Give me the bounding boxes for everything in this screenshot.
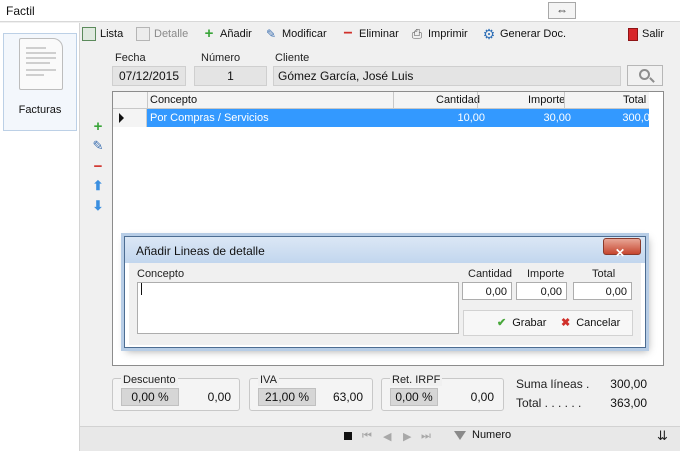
dialog-importe-input[interactable]: 0,00 bbox=[516, 282, 567, 300]
fecha-label: Fecha bbox=[115, 52, 146, 64]
suma-lineas-value: 300,00 bbox=[610, 377, 647, 391]
salir-button[interactable]: Salir bbox=[628, 26, 664, 42]
add-line-icon[interactable]: + bbox=[90, 118, 106, 138]
iva-label: IVA bbox=[258, 374, 279, 386]
module-label: Facturas bbox=[18, 104, 62, 116]
last-record-icon[interactable]: ⏭ bbox=[421, 430, 431, 443]
move-down-icon[interactable]: ⬇ bbox=[90, 198, 106, 218]
filter-button[interactable]: Numero bbox=[454, 429, 511, 441]
stop-icon[interactable] bbox=[344, 432, 352, 440]
dialog-title-bar: Añadir Lineas de detalle ✕ bbox=[125, 237, 645, 263]
table-row[interactable]: Por Compras / Servicios 10,00 30,00 300,… bbox=[113, 109, 656, 127]
eliminar-button[interactable]: − Eliminar bbox=[341, 25, 398, 42]
numero-label: Número bbox=[201, 52, 241, 64]
column-header-total: Total bbox=[623, 94, 647, 106]
title-bar: Factil ⇔ bbox=[0, 0, 680, 22]
grid-header: Concepto Cantidad Importe Total bbox=[113, 92, 649, 109]
dialog-cantidad-input[interactable]: 0,00 bbox=[462, 282, 512, 300]
descuento-label: Descuento bbox=[121, 374, 178, 386]
total-label: Total . . . . . . bbox=[516, 396, 582, 410]
dialog-concepto-label: Concepto bbox=[137, 268, 185, 280]
irpf-pct-field[interactable]: 0,00 % bbox=[390, 388, 438, 406]
exit-door-icon bbox=[628, 27, 638, 41]
cliente-search-button[interactable] bbox=[627, 65, 663, 86]
dialog-total-label: Total bbox=[592, 268, 616, 280]
column-header-concepto: Concepto bbox=[150, 94, 198, 106]
imprimir-button[interactable]: ⎙ Imprimir bbox=[410, 26, 468, 42]
irpf-label: Ret. IRPF bbox=[390, 374, 443, 386]
toolbar: Lista Detalle + Añadir ✎ Modificar − Eli… bbox=[80, 23, 680, 45]
gear-icon: ⚙ bbox=[482, 26, 496, 42]
edit-line-icon[interactable]: ✎ bbox=[90, 138, 106, 158]
pencil-icon: ✎ bbox=[265, 27, 277, 41]
descuento-pct-field[interactable]: 0,00 % bbox=[121, 388, 179, 406]
modificar-button[interactable]: ✎ Modificar bbox=[264, 26, 327, 42]
magnifier-handle-icon bbox=[649, 77, 655, 83]
dialog-title: Añadir Lineas de detalle bbox=[136, 244, 265, 258]
cell-cantidad: 10,00 bbox=[457, 112, 485, 124]
cliente-label: Cliente bbox=[275, 52, 310, 64]
plus-icon: + bbox=[204, 25, 214, 42]
first-record-icon[interactable]: ⏮ bbox=[362, 430, 372, 443]
minus-icon: − bbox=[343, 25, 353, 42]
cell-total: 300,00 bbox=[622, 112, 656, 124]
dialog-close-button[interactable]: ✕ bbox=[603, 238, 641, 260]
detalle-button[interactable]: Detalle bbox=[136, 26, 188, 42]
cancelar-button[interactable]: ✖ Cancelar bbox=[561, 311, 620, 334]
dialog-total-input[interactable]: 0,00 bbox=[573, 282, 632, 300]
text-caret bbox=[141, 283, 142, 296]
close-icon: ✕ bbox=[615, 246, 626, 260]
invoice-document-icon bbox=[19, 38, 63, 90]
dialog-importe-label: Importe bbox=[527, 268, 565, 280]
cross-icon: ✖ bbox=[561, 317, 571, 329]
module-facturas[interactable]: Facturas bbox=[3, 33, 77, 131]
descuento-amount: 0,00 bbox=[207, 390, 231, 404]
numero-field[interactable]: 1 bbox=[194, 66, 267, 86]
line-actions: + ✎ − ⬆ ⬇ bbox=[90, 118, 106, 218]
delete-line-icon[interactable]: − bbox=[90, 158, 106, 178]
anadir-button[interactable]: + Añadir bbox=[202, 26, 252, 42]
window-title: Factil bbox=[6, 4, 35, 18]
detail-form-icon bbox=[136, 27, 150, 41]
module-sidebar: Facturas bbox=[0, 23, 80, 451]
swap-arrows-icon[interactable]: ⇔ bbox=[548, 2, 576, 19]
iva-amount: 63,00 bbox=[332, 390, 363, 404]
status-bar bbox=[80, 426, 680, 451]
fecha-field[interactable]: 07/12/2015 bbox=[112, 66, 186, 86]
cell-concepto: Por Compras / Servicios bbox=[150, 112, 269, 124]
printer-icon: ⎙ bbox=[411, 26, 423, 41]
total-value: 363,00 bbox=[610, 396, 647, 410]
irpf-amount: 0,00 bbox=[470, 390, 494, 404]
move-up-icon[interactable]: ⬆ bbox=[90, 178, 106, 198]
grabar-button[interactable]: ✔ Grabar bbox=[497, 311, 546, 334]
column-header-importe: Importe bbox=[528, 94, 566, 106]
filter-funnel-icon bbox=[454, 430, 466, 440]
dialog-concepto-input[interactable] bbox=[137, 282, 459, 334]
list-grid-icon bbox=[82, 27, 96, 41]
column-header-cantidad: Cantidad bbox=[436, 94, 481, 106]
cell-importe: 30,00 bbox=[543, 112, 571, 124]
cliente-field[interactable]: Gómez García, José Luis bbox=[273, 66, 621, 86]
dialog-cantidad-label: Cantidad bbox=[468, 268, 513, 280]
generar-doc-button[interactable]: ⚙ Generar Doc. bbox=[482, 26, 566, 42]
checkmark-icon: ✔ bbox=[497, 317, 507, 329]
previous-record-icon[interactable]: ◀ bbox=[383, 430, 391, 443]
iva-pct-field[interactable]: 21,00 % bbox=[258, 388, 316, 406]
row-selector[interactable] bbox=[113, 109, 147, 127]
next-record-icon[interactable]: ▶ bbox=[403, 430, 411, 443]
current-row-icon bbox=[119, 113, 124, 123]
suma-lineas-label: Suma líneas . bbox=[516, 377, 590, 391]
lista-button[interactable]: Lista bbox=[82, 26, 123, 42]
sort-arrows-icon[interactable]: ⇊ bbox=[657, 428, 668, 444]
